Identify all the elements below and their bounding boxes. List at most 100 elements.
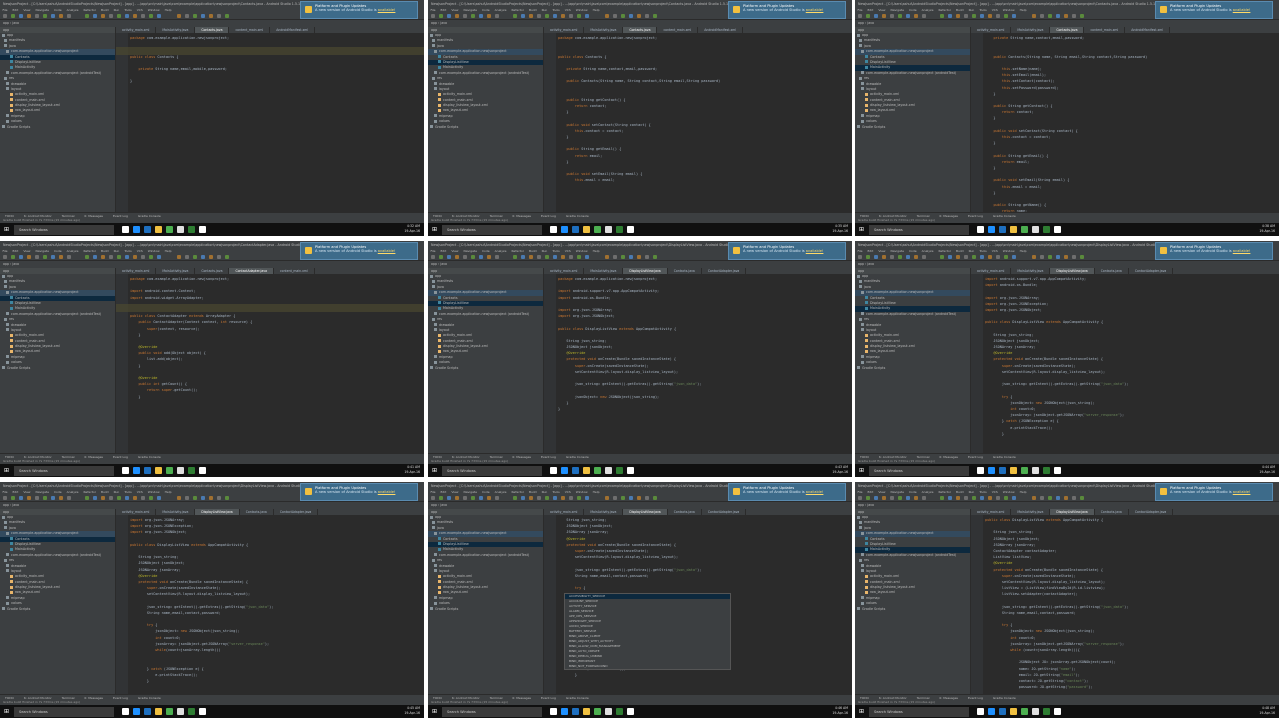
- breadcrumb-item[interactable]: app: [431, 503, 437, 507]
- toolbar-icon[interactable]: [93, 14, 97, 18]
- toolbar-icon[interactable]: [545, 14, 549, 18]
- toolbar-icon[interactable]: [157, 255, 161, 259]
- menu-window[interactable]: Window: [148, 8, 160, 12]
- taskbar-app-icon[interactable]: [550, 708, 557, 715]
- notification-link[interactable]: available!: [378, 249, 396, 253]
- toolbar-icon[interactable]: [455, 255, 459, 259]
- toolbar-icon[interactable]: [185, 255, 189, 259]
- menu-refactor[interactable]: Refactor: [938, 8, 951, 12]
- tree-item[interactable]: Gradle Scripts: [428, 366, 543, 371]
- menu-vcs[interactable]: VCS: [565, 8, 571, 12]
- taskbar-app-icon[interactable]: [616, 708, 623, 715]
- tree-item[interactable]: Gradle Scripts: [0, 125, 115, 130]
- menu-refactor[interactable]: Refactor: [511, 490, 524, 494]
- taskbar-app-icon[interactable]: [988, 467, 995, 474]
- toolbar-icon[interactable]: [874, 496, 878, 500]
- menu-vcs[interactable]: VCS: [137, 8, 143, 12]
- code-editor[interactable]: private String name,contact,email,passwo…: [971, 33, 1279, 212]
- toolbar-icon[interactable]: [922, 496, 926, 500]
- menu-file[interactable]: File: [3, 490, 8, 494]
- toolbar-icon[interactable]: [93, 496, 97, 500]
- taskbar-app-icon[interactable]: [561, 467, 568, 474]
- toolbar-icon[interactable]: [117, 255, 121, 259]
- toolbar-icon[interactable]: [1080, 255, 1084, 259]
- code-editor[interactable]: package com.example.application.newjsonp…: [544, 33, 852, 212]
- menu-analyze[interactable]: Analyze: [922, 8, 934, 12]
- menu-file[interactable]: File: [858, 249, 863, 253]
- notification-link[interactable]: available!: [1233, 8, 1251, 12]
- toolbar-icon[interactable]: [471, 255, 475, 259]
- toolbar-icon[interactable]: [495, 496, 499, 500]
- taskbar-search[interactable]: Search Windows: [14, 706, 114, 717]
- taskbar-app-icon[interactable]: [1021, 708, 1028, 715]
- toolbar-icon[interactable]: [914, 496, 918, 500]
- toolbar-icon[interactable]: [585, 14, 589, 18]
- toolbar-icon[interactable]: [645, 14, 649, 18]
- menu-edit[interactable]: Edit: [868, 490, 874, 494]
- toolbar-icon[interactable]: [1080, 14, 1084, 18]
- breadcrumb-item[interactable]: java: [12, 503, 19, 507]
- toolbar-icon[interactable]: [447, 255, 451, 259]
- taskbar-app-icon[interactable]: [988, 226, 995, 233]
- toolbar-icon[interactable]: [637, 496, 641, 500]
- breadcrumb-item[interactable]: java: [440, 503, 447, 507]
- toolbar-icon[interactable]: [479, 496, 483, 500]
- toolbar-icon[interactable]: [1004, 255, 1008, 259]
- taskbar-app-icon[interactable]: [583, 226, 590, 233]
- menu-window[interactable]: Window: [1003, 490, 1015, 494]
- toolbar-icon[interactable]: [11, 255, 15, 259]
- toolbar-icon[interactable]: [537, 496, 541, 500]
- menu-navigate[interactable]: Navigate: [463, 249, 476, 253]
- breadcrumb-item[interactable]: java: [440, 21, 447, 25]
- toolbar-icon[interactable]: [1064, 496, 1068, 500]
- taskbar-search[interactable]: Search Windows: [869, 706, 969, 717]
- toolbar-icon[interactable]: [972, 255, 976, 259]
- menu-build[interactable]: Build: [956, 249, 964, 253]
- toolbar-icon[interactable]: [1004, 496, 1008, 500]
- toolbar-icon[interactable]: [513, 14, 517, 18]
- toolbar-icon[interactable]: [898, 255, 902, 259]
- breadcrumb-item[interactable]: app: [858, 262, 864, 266]
- toolbar-icon[interactable]: [585, 255, 589, 259]
- menu-window[interactable]: Window: [576, 8, 588, 12]
- tree-item[interactable]: Gradle Scripts: [428, 125, 543, 130]
- menu-code[interactable]: Code: [482, 8, 490, 12]
- code-editor[interactable]: String json_string; JSONObject jsonObjec…: [544, 515, 852, 694]
- menu-file[interactable]: File: [431, 490, 436, 494]
- toolbar-icon[interactable]: [201, 255, 205, 259]
- toolbar-icon[interactable]: [439, 255, 443, 259]
- taskbar-app-icon[interactable]: [122, 708, 129, 715]
- taskbar-app-icon[interactable]: [1021, 467, 1028, 474]
- toolbar-icon[interactable]: [898, 14, 902, 18]
- toolbar-icon[interactable]: [85, 496, 89, 500]
- taskbar-search[interactable]: Search Windows: [442, 224, 542, 235]
- toolbar-icon[interactable]: [653, 14, 657, 18]
- toolbar-icon[interactable]: [133, 496, 137, 500]
- toolbar-icon[interactable]: [521, 255, 525, 259]
- toolbar-icon[interactable]: [209, 496, 213, 500]
- toolbar-icon[interactable]: [1032, 14, 1036, 18]
- toolbar-icon[interactable]: [43, 255, 47, 259]
- toolbar-icon[interactable]: [125, 255, 129, 259]
- tree-item[interactable]: com.example.application.newjsonproject (…: [0, 553, 115, 558]
- toolbar-icon[interactable]: [1040, 255, 1044, 259]
- toolbar-icon[interactable]: [964, 14, 968, 18]
- menu-window[interactable]: Window: [1003, 249, 1015, 253]
- toolbar-icon[interactable]: [27, 496, 31, 500]
- menu-analyze[interactable]: Analyze: [67, 490, 79, 494]
- taskbar-app-icon[interactable]: [144, 708, 151, 715]
- toolbar-icon[interactable]: [858, 255, 862, 259]
- menu-code[interactable]: Code: [54, 490, 62, 494]
- notification-link[interactable]: available!: [378, 490, 396, 494]
- menu-vcs[interactable]: VCS: [137, 490, 143, 494]
- taskbar-search[interactable]: Search Windows: [14, 465, 114, 476]
- menu-window[interactable]: Window: [576, 249, 588, 253]
- menu-analyze[interactable]: Analyze: [495, 249, 507, 253]
- toolbar-icon[interactable]: [629, 14, 633, 18]
- toolbar-icon[interactable]: [101, 255, 105, 259]
- menu-view[interactable]: View: [23, 249, 30, 253]
- taskbar-app-icon[interactable]: [1054, 226, 1061, 233]
- menu-window[interactable]: Window: [576, 490, 588, 494]
- toolbar-icon[interactable]: [545, 496, 549, 500]
- toolbar-icon[interactable]: [463, 496, 467, 500]
